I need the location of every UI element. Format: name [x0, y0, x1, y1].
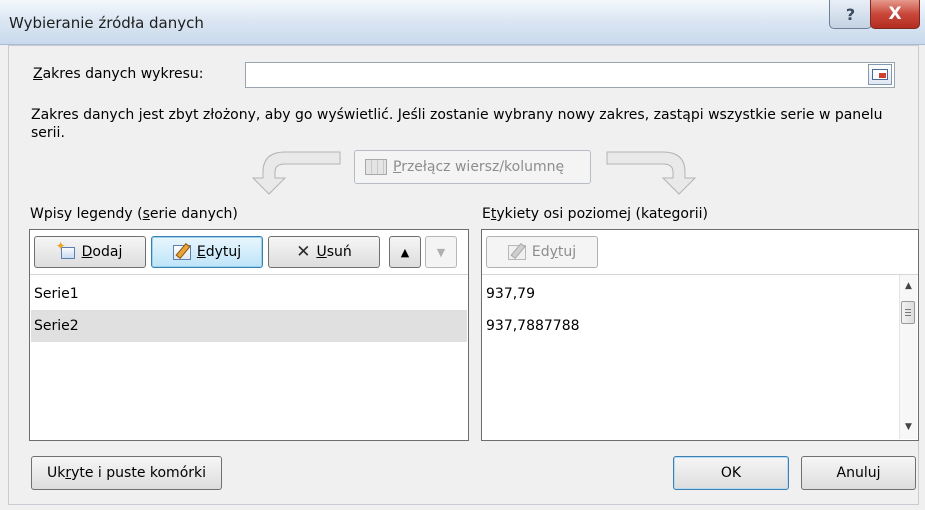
collapse-dialog-button[interactable] [868, 64, 892, 85]
edit-series-button[interactable]: Edytuj [151, 236, 263, 268]
remove-series-button[interactable]: ✕ Usuń [268, 236, 380, 268]
dialog-window: Wybieranie źródła danych ? X Zakres dany… [0, 0, 925, 510]
add-series-label: Dodaj [81, 244, 123, 260]
category-item[interactable]: 937,7887788 [483, 310, 883, 342]
help-button[interactable]: ? [829, 0, 872, 29]
legend-series-panel: Dodaj Edytuj ✕ Usuń ▲ ▼ Serie1 Serie2 [29, 229, 469, 441]
hidden-empty-cells-button[interactable]: Ukryte i puste komórki [31, 456, 222, 490]
chart-range-input[interactable] [245, 62, 895, 88]
edit-axis-labels-button[interactable]: Edytuj [486, 236, 598, 268]
table-icon [365, 159, 387, 175]
legend-entries-label: Wpisy legendy (serie danych) [30, 206, 238, 222]
close-button[interactable]: X [870, 0, 920, 29]
move-up-button[interactable]: ▲ [389, 236, 421, 268]
curved-arrow-left-icon [251, 151, 341, 195]
axis-labels-label: Etykiety osi poziomej (kategorii) [482, 206, 708, 222]
window-title: Wybieranie źródła danych [9, 14, 204, 32]
edit-axis-labels-label: Edytuj [531, 244, 577, 260]
edit-icon [172, 244, 191, 260]
hidden-empty-cells-label: Ukryte i puste komórki [46, 465, 207, 481]
ok-button[interactable]: OK [673, 456, 789, 490]
axis-categories-panel: Edytuj 937,79 937,7887788 ▲ ▼ [481, 229, 919, 441]
edit-series-label: Edytuj [196, 244, 242, 260]
close-icon: X [888, 4, 902, 24]
chart-range-label: Zakres danych wykresu: [33, 66, 204, 82]
title-bar: Wybieranie źródła danych ? X [0, 0, 925, 45]
scroll-down-icon[interactable]: ▼ [900, 419, 917, 436]
help-icon: ? [845, 4, 856, 24]
cancel-button[interactable]: Anuluj [801, 456, 916, 490]
arrow-up-icon: ▲ [400, 245, 410, 259]
switch-row-column-label: Przełącz wiersz/kolumnę [393, 159, 565, 175]
series-item-selected[interactable]: Serie2 [31, 310, 467, 342]
vertical-scrollbar[interactable]: ▲ ▼ [899, 275, 917, 439]
remove-icon: ✕ [296, 242, 311, 262]
arrow-down-icon: ▼ [436, 245, 446, 259]
range-select-icon [872, 69, 888, 80]
move-down-button[interactable]: ▼ [425, 236, 457, 268]
add-icon [56, 239, 76, 260]
axis-toolbar: Edytuj [482, 230, 918, 275]
edit-icon [507, 244, 526, 260]
add-series-button[interactable]: Dodaj [34, 236, 146, 268]
legend-toolbar: Dodaj Edytuj ✕ Usuń ▲ ▼ [30, 230, 468, 275]
scroll-up-icon[interactable]: ▲ [900, 278, 917, 295]
info-text: Zakres danych jest zbyt złożony, aby go … [31, 107, 883, 141]
scroll-thumb[interactable] [901, 301, 915, 324]
switch-row-column-button[interactable]: Przełącz wiersz/kolumnę [354, 150, 591, 184]
remove-series-label: Usuń [316, 244, 352, 260]
curved-arrow-right-icon [606, 151, 697, 195]
category-item[interactable]: 937,79 [483, 278, 883, 310]
series-item[interactable]: Serie1 [31, 278, 467, 310]
